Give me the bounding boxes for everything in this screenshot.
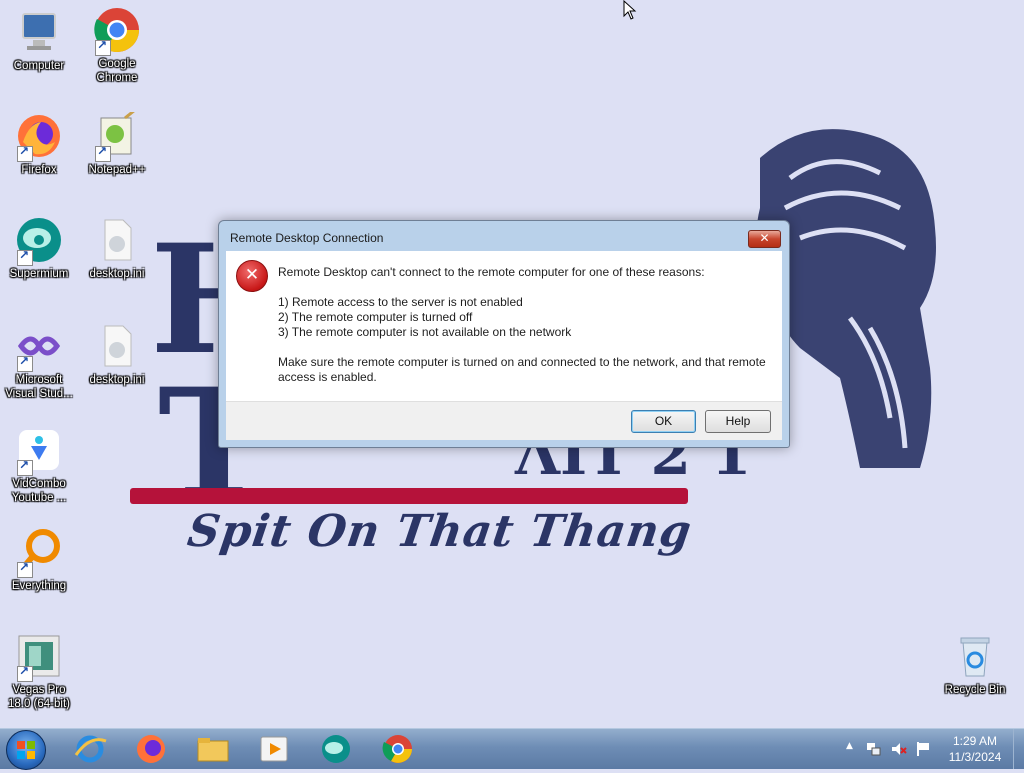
taskbar-chrome[interactable]	[380, 733, 416, 765]
error-icon	[236, 260, 268, 292]
firefox-icon	[15, 112, 63, 162]
taskbar-supermium[interactable]	[318, 733, 354, 765]
reason-item: 2) The remote computer is turned off	[278, 310, 473, 324]
taskbar-file-explorer[interactable]	[195, 733, 231, 765]
vegas-pro-icon	[15, 632, 63, 682]
taskbar-firefox[interactable]	[133, 733, 169, 765]
desktop-icon-label: Everything	[11, 580, 67, 592]
dialog-content: Remote Desktop can't connect to the remo…	[226, 251, 782, 401]
desktop-icon-visual-studio[interactable]: Microsoft Visual Stud...	[0, 322, 78, 401]
shortcut-arrow-icon	[17, 664, 33, 682]
chrome-icon	[93, 6, 141, 56]
remote-desktop-error-dialog: Remote Desktop Connection ✕ Remote Deskt…	[218, 220, 790, 448]
shortcut-arrow-icon	[17, 560, 33, 578]
desktop-icon-desktop-ini-1[interactable]: desktop.ini	[78, 216, 156, 281]
taskbar-internet-explorer[interactable]	[72, 733, 108, 765]
dialog-message: Remote Desktop can't connect to the remo…	[278, 265, 773, 385]
shortcut-arrow-icon	[17, 248, 33, 266]
desktop-icon-desktop-ini-2[interactable]: desktop.ini	[78, 322, 156, 387]
reason-item: 3) The remote computer is not available …	[278, 325, 572, 339]
action-center-flag-icon[interactable]	[915, 741, 931, 757]
internet-explorer-icon	[74, 735, 107, 763]
desktop-icon-label: desktop.ini	[89, 374, 145, 386]
clock-date: 11/3/2024	[948, 750, 1002, 764]
recycle-bin-icon	[951, 632, 999, 680]
dialog-titlebar[interactable]: Remote Desktop Connection ✕	[219, 221, 789, 249]
desktop-icon-notepadpp[interactable]: Notepad++	[78, 108, 156, 177]
network-icon[interactable]	[866, 741, 882, 757]
desktop-icon-label: Microsoft Visual Stud...	[5, 374, 73, 400]
error-message: Remote Desktop can't connect to the remo…	[278, 265, 705, 279]
help-button[interactable]: Help	[705, 410, 771, 433]
supermium-icon	[322, 735, 350, 763]
ok-button[interactable]: OK	[631, 410, 696, 433]
desktop-icon-supermium[interactable]: Supermium	[0, 216, 78, 281]
start-button[interactable]	[6, 730, 46, 770]
visual-studio-icon	[15, 322, 63, 372]
show-desktop-button[interactable]	[1013, 729, 1024, 769]
desktop-icon-vidcombo[interactable]: VidCombo Youtube ...	[0, 426, 78, 505]
shortcut-arrow-icon	[95, 38, 111, 56]
desktop-icon-label: desktop.ini	[89, 268, 145, 280]
desktop-icon-vegas-pro[interactable]: Vegas Pro 18.0 (64-bit)	[0, 632, 78, 711]
desktop-icon-label: Vegas Pro 18.0 (64-bit)	[7, 684, 70, 710]
desktop-icon-label: Recycle Bin	[944, 684, 1006, 696]
desktop-icon-label: VidCombo Youtube ...	[11, 478, 67, 504]
close-button[interactable]: ✕	[748, 230, 781, 248]
computer-icon	[15, 8, 63, 56]
shortcut-arrow-icon	[17, 144, 33, 162]
volume-muted-icon[interactable]	[891, 741, 907, 757]
clock-time: 1:29 AM	[952, 734, 998, 748]
desktop-icon-computer[interactable]: Computer	[0, 8, 78, 73]
show-hidden-icons-chevron-icon[interactable]: ▲	[846, 741, 853, 751]
file-explorer-icon	[197, 738, 229, 762]
shortcut-arrow-icon	[17, 458, 33, 476]
desktop-icon-recycle-bin[interactable]: Recycle Bin	[936, 632, 1014, 697]
ini-file-icon	[93, 322, 141, 370]
everything-icon	[15, 528, 63, 578]
wallpaper-red-stripe	[130, 488, 688, 504]
reason-item: 1) Remote access to the server is not en…	[278, 295, 523, 309]
desktop-icon-label: Firefox	[21, 164, 57, 176]
taskbar-clock[interactable]: 1:29 AM 11/3/2024	[936, 733, 1014, 765]
desktop-icon-label: Computer	[13, 60, 65, 72]
desktop-icon-firefox[interactable]: Firefox	[0, 112, 78, 177]
taskbar: ▲ 1:29 AM 11/3/2024	[0, 728, 1024, 770]
firefox-icon	[137, 735, 165, 763]
shortcut-arrow-icon	[95, 144, 111, 162]
chrome-icon	[382, 735, 412, 763]
desktop-icon-everything[interactable]: Everything	[0, 528, 78, 593]
taskbar-media-player[interactable]	[256, 733, 292, 765]
supermium-icon	[15, 216, 63, 266]
shortcut-arrow-icon	[17, 354, 33, 372]
close-icon: ✕	[759, 231, 770, 245]
dialog-title: Remote Desktop Connection	[230, 231, 384, 245]
advice-text: Make sure the remote computer is turned …	[278, 355, 766, 384]
dialog-footer: OK Help	[226, 401, 782, 440]
windows-logo-icon	[17, 741, 35, 759]
desktop-icon-google-chrome[interactable]: Google Chrome	[78, 6, 156, 85]
desktop-icon-label: Notepad++	[88, 164, 146, 176]
mouse-cursor-icon	[623, 0, 637, 20]
wallpaper-slogan: Spit On That Thang	[184, 506, 696, 557]
vidcombo-icon	[15, 426, 63, 476]
media-player-icon	[260, 736, 288, 762]
desktop-icon-label: Google Chrome	[96, 58, 138, 84]
desktop-icon-label: Supermium	[9, 268, 69, 280]
ini-file-icon	[93, 216, 141, 264]
notepadpp-icon	[93, 108, 141, 162]
